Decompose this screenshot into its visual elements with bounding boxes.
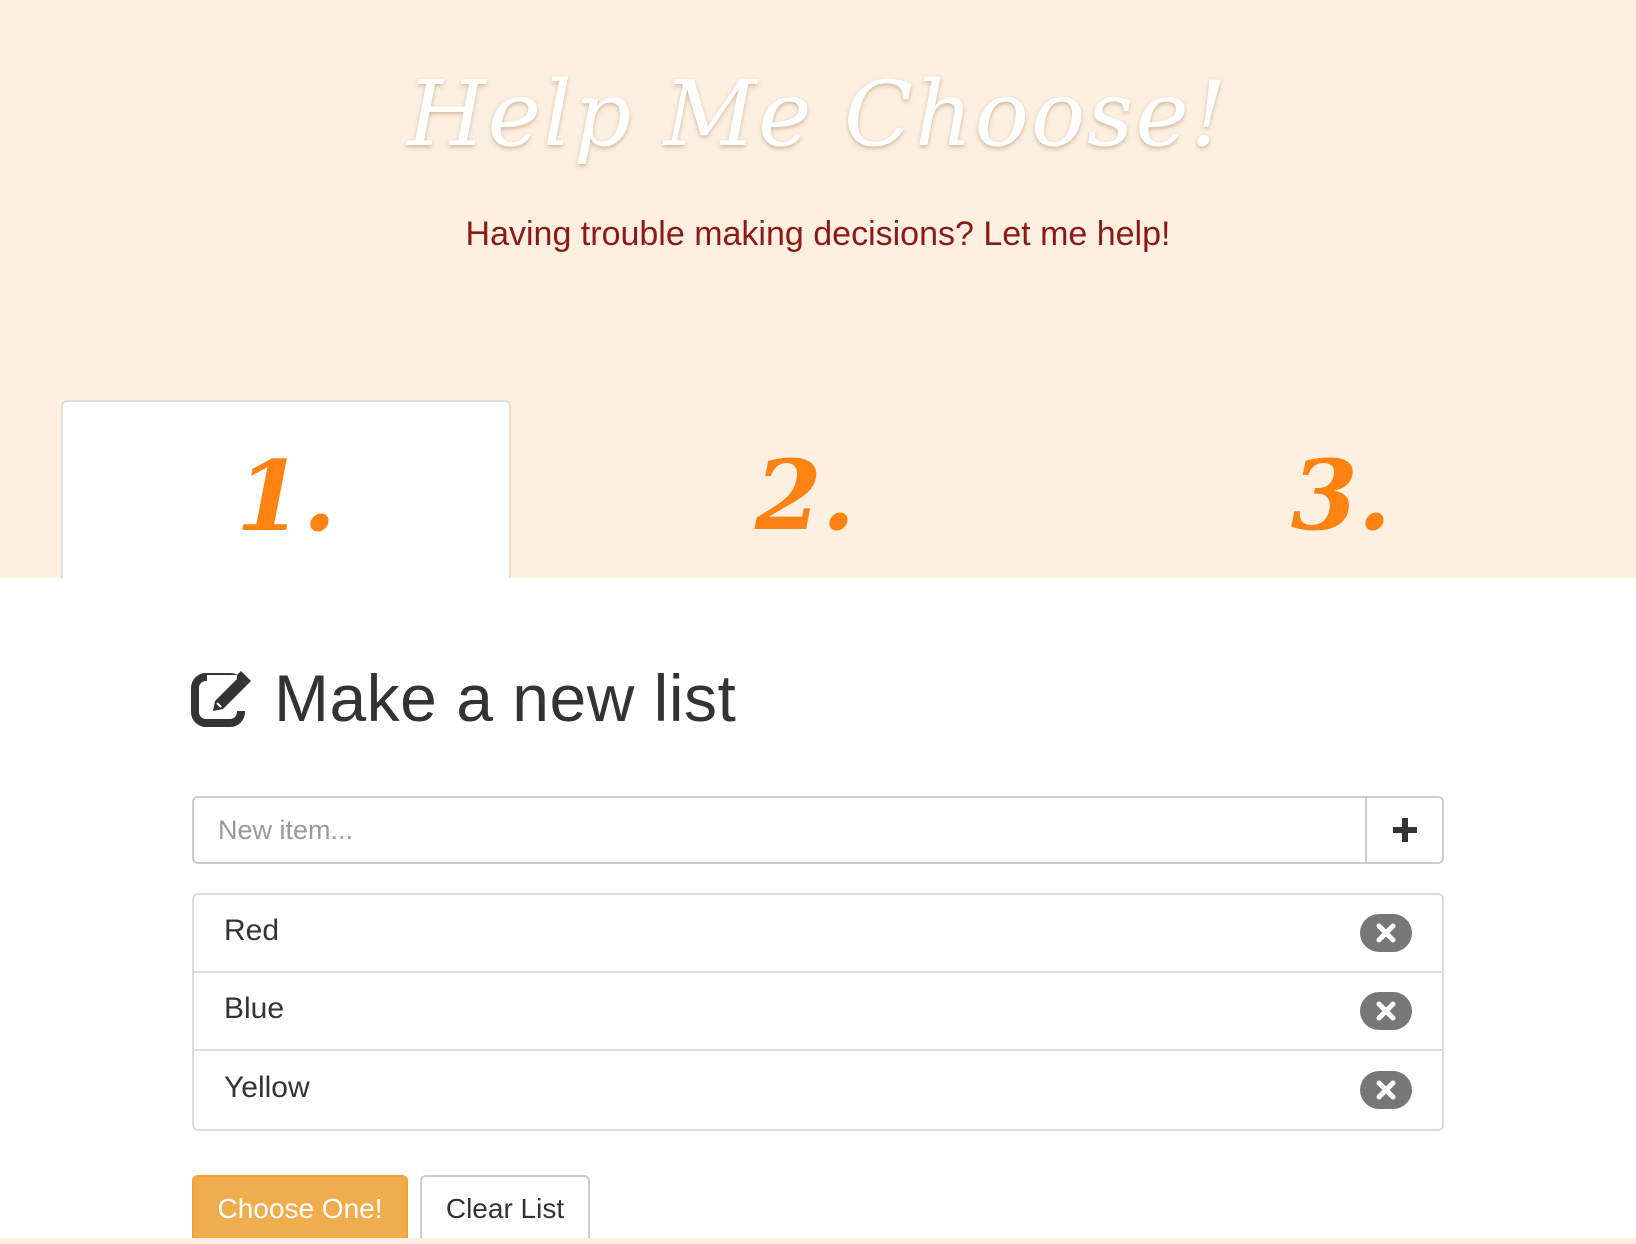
hero-banner: Help Me Choose! Having trouble making de… [0, 0, 1636, 578]
new-item-input[interactable] [192, 796, 1365, 864]
list-item-label: Blue [224, 992, 285, 1025]
tab-step-3-label: 3. [1290, 439, 1392, 552]
tab-step-1[interactable]: 1. [61, 400, 511, 578]
page-title: Help Me Choose! [407, 62, 1229, 167]
remove-item-button[interactable] [1360, 914, 1412, 952]
footer-strip [0, 1238, 1636, 1244]
add-item-button[interactable] [1365, 796, 1444, 864]
section-header: Make a new list [190, 660, 736, 736]
tab-step-2-label: 2. [754, 439, 856, 552]
list-item: Blue [194, 973, 1442, 1051]
tab-step-1-label: 1. [235, 440, 337, 553]
remove-item-button[interactable] [1360, 992, 1412, 1030]
section-title: Make a new list [274, 661, 737, 735]
new-item-input-group [192, 796, 1444, 864]
list-item-label: Yellow [224, 1071, 310, 1104]
plus-icon [1392, 818, 1417, 842]
list-actions: Choose One! Clear List [192, 1175, 590, 1243]
list-item-label: Red [224, 914, 280, 947]
remove-icon [1376, 1001, 1396, 1021]
list-item: Yellow [194, 1051, 1442, 1129]
remove-item-button[interactable] [1360, 1071, 1412, 1109]
tab-step-2[interactable]: 2. [580, 400, 1030, 578]
page-subtitle: Having trouble making decisions? Let me … [465, 215, 1171, 253]
clear-list-button[interactable]: Clear List [420, 1175, 590, 1243]
list-item: Red [194, 895, 1442, 973]
edit-icon [190, 666, 254, 730]
remove-icon [1376, 1080, 1396, 1100]
choose-one-button[interactable]: Choose One! [192, 1175, 408, 1243]
tab-step-3[interactable]: 3. [1116, 400, 1566, 578]
item-list: Red Blue Yellow [192, 893, 1444, 1131]
remove-icon [1376, 923, 1396, 943]
